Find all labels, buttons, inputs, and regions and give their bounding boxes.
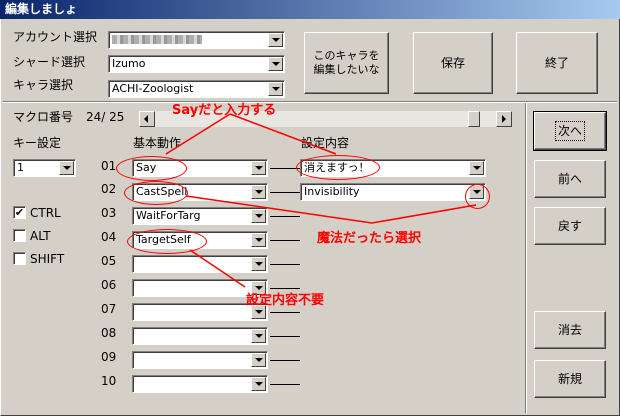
annotation-no-setting-note: 設定内容不要 (246, 293, 325, 308)
ctrl-label: CTRL (30, 206, 61, 220)
annotation-circle-castspell (124, 181, 188, 205)
edit-char-button-label: このキャラを編集したいな (313, 49, 380, 76)
chevron-down-icon[interactable] (59, 161, 74, 175)
edit-char-button[interactable]: このキャラを編集したいな (304, 32, 389, 94)
action-combo-08[interactable] (132, 327, 268, 345)
row-number: 03 (101, 206, 117, 220)
action-combo-05[interactable] (132, 255, 268, 273)
action-combo-10[interactable] (132, 375, 268, 393)
row-number: 02 (101, 182, 117, 196)
action-combo-03[interactable]: WaitForTarg (132, 207, 268, 225)
chevron-down-icon[interactable] (251, 233, 266, 247)
annotation-circle-setting (296, 155, 380, 180)
row-connector (270, 336, 300, 337)
chevron-down-icon[interactable] (268, 57, 283, 71)
annotation-say-note: Sayだと入力する (172, 103, 277, 118)
chevron-down-icon[interactable] (268, 33, 283, 47)
key-combo[interactable]: 1 (13, 159, 76, 177)
shift-label: SHIFT (30, 252, 65, 266)
row-connector (270, 192, 300, 193)
row-connector (270, 360, 300, 361)
shard-label: シャード選択 (13, 55, 86, 69)
exit-button-label: 終了 (544, 56, 569, 70)
row-number: 04 (101, 230, 117, 244)
action-combo-09[interactable] (132, 351, 268, 369)
row-number: 10 (101, 374, 117, 388)
macro-number-value: 24/ 25 (86, 110, 125, 124)
chevron-down-icon[interactable] (251, 185, 266, 199)
new-button[interactable]: 新規 (534, 360, 606, 398)
basic-action-header: 基本動作 (133, 136, 182, 150)
account-label: アカウント選択 (13, 30, 98, 44)
delete-button[interactable]: 消去 (534, 311, 606, 349)
alt-checkbox[interactable] (13, 229, 26, 242)
row-number: 05 (101, 254, 117, 268)
char-label: キャラ選択 (13, 78, 74, 92)
save-button-label: 保存 (440, 56, 465, 70)
save-button[interactable]: 保存 (413, 32, 493, 94)
row-number: 08 (101, 326, 117, 340)
key-setting-label: キー設定 (13, 136, 62, 150)
annotation-circle-say (116, 156, 187, 181)
next-button[interactable]: 次へ (533, 111, 607, 151)
chevron-down-icon[interactable] (251, 161, 266, 175)
prev-button[interactable]: 前へ (534, 160, 606, 198)
row-connector (270, 264, 300, 265)
row-number: 06 (101, 278, 117, 292)
check-icon: ✔ (14, 206, 25, 219)
char-value: ACHI-Zoologist (112, 82, 194, 95)
title-bar: 編集しましょ (0, 0, 620, 19)
chevron-down-icon[interactable] (469, 161, 484, 175)
scroll-thumb[interactable] (468, 111, 480, 127)
row-number: 01 (101, 159, 117, 173)
chevron-down-icon[interactable] (251, 209, 266, 223)
back-button[interactable]: 戻す (534, 207, 606, 245)
chevron-down-icon[interactable] (268, 82, 283, 96)
scroll-left-icon[interactable] (139, 111, 155, 127)
row-number: 09 (101, 350, 117, 364)
chevron-down-icon[interactable] (251, 353, 266, 367)
chevron-down-icon[interactable] (251, 377, 266, 391)
annotation-circle-dropdown (465, 184, 490, 209)
macro-number-label: マクロ番号 (13, 110, 74, 124)
row-number: 07 (101, 302, 117, 316)
shard-combo[interactable]: Izumo (108, 55, 285, 73)
shift-checkbox[interactable] (13, 252, 26, 265)
side-separator (525, 103, 527, 413)
chevron-down-icon[interactable] (251, 329, 266, 343)
alt-label: ALT (30, 229, 51, 243)
row-connector (270, 312, 300, 313)
ctrl-checkbox[interactable]: ✔ (13, 206, 26, 219)
char-combo[interactable]: ACHI-Zoologist (108, 80, 285, 98)
annotation-circle-targetself (127, 229, 207, 254)
setting-combo-02[interactable]: Invisibility (300, 183, 486, 201)
setting-content-header: 設定内容 (301, 136, 350, 150)
chevron-down-icon[interactable] (251, 257, 266, 271)
account-combo[interactable] (108, 31, 285, 49)
row-connector (270, 216, 300, 217)
window-title: 編集しましょ (5, 2, 78, 16)
annotation-magic-note: 魔法だったら選択 (317, 231, 422, 246)
row-connector (270, 384, 300, 385)
row-connector (270, 240, 300, 241)
exit-button[interactable]: 終了 (516, 32, 598, 94)
key-value: 1 (17, 161, 24, 174)
shard-value: Izumo (112, 57, 146, 70)
scroll-right-icon[interactable] (496, 111, 512, 127)
account-value-blurred (112, 33, 202, 48)
